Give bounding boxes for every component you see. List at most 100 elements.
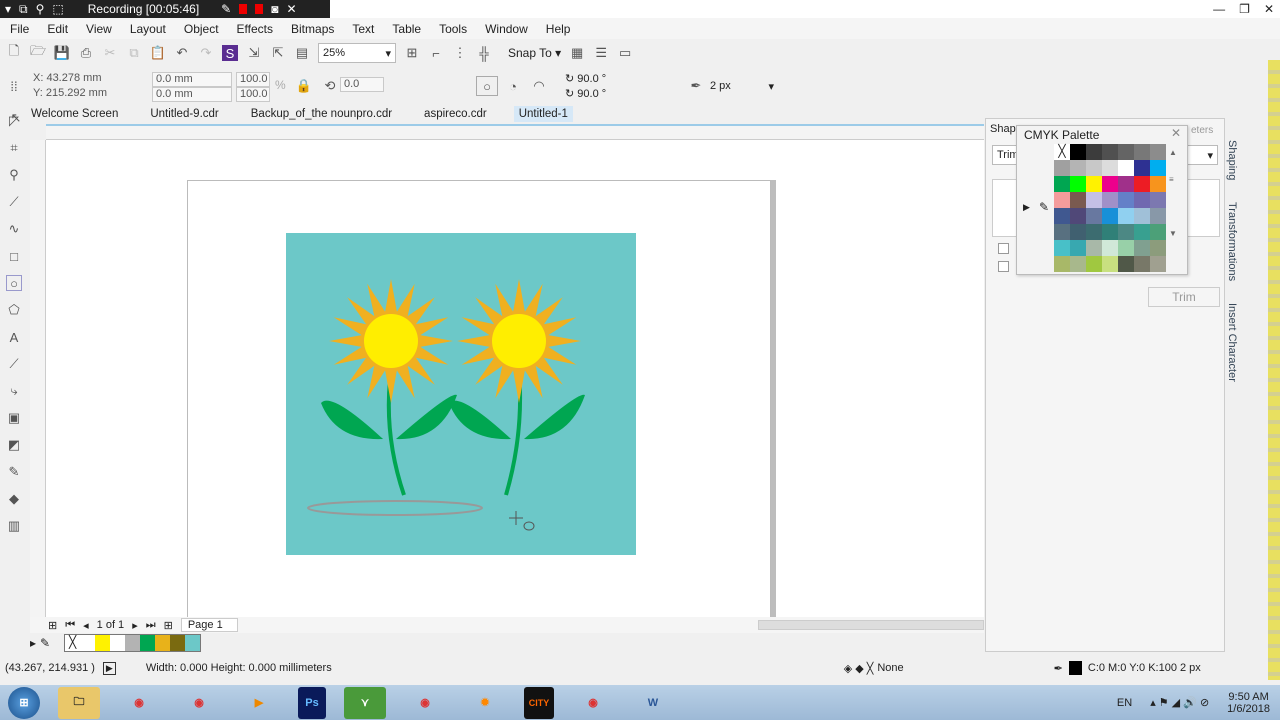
tab-backup-nounpro[interactable]: Backup_of_the nounpro.cdr (246, 106, 397, 122)
document-color-swatch[interactable] (185, 635, 201, 651)
close-icon[interactable]: ✕ (286, 2, 296, 16)
print-icon[interactable]: ⎙ (78, 45, 94, 61)
tab-untitled-9[interactable]: Untitled-9.cdr (145, 106, 223, 122)
color-swatch[interactable] (1134, 192, 1150, 208)
last-page-button[interactable]: ⏭ (146, 619, 156, 632)
color-swatch[interactable] (1134, 160, 1150, 176)
pen-icon[interactable]: ✎ (221, 2, 231, 16)
app-launcher-icon[interactable]: ☰ (593, 45, 609, 61)
palette-arrow-icon[interactable]: ▸ (30, 636, 36, 650)
color-swatch[interactable] (1102, 144, 1118, 160)
zoom-icon[interactable]: ⚲ (36, 2, 45, 16)
add-page-end-icon[interactable]: ⊞ (164, 619, 173, 632)
copy-icon[interactable]: ⧉ (19, 2, 28, 17)
chrome-icon[interactable]: ◉ (178, 687, 220, 719)
artwork-background[interactable] (286, 233, 636, 555)
export-icon[interactable]: ⇱ (270, 45, 286, 61)
menu-icon[interactable]: ▾ (5, 2, 11, 16)
color-swatch[interactable] (1070, 176, 1086, 192)
chrome-icon[interactable]: ◉ (404, 687, 446, 719)
camera-icon[interactable]: ◙ (271, 2, 278, 16)
ellipse-icon[interactable]: ○ (476, 76, 498, 96)
corel-connect-icon[interactable]: S (222, 45, 238, 61)
lock-ratio-icon[interactable]: 🔒 (296, 78, 312, 94)
menu-file[interactable]: File (10, 22, 29, 36)
close-button[interactable]: ✕ (1264, 2, 1274, 16)
restore-button[interactable]: ❐ (1239, 2, 1250, 16)
source-objects-checkbox[interactable] (998, 243, 1009, 254)
polygon-tool-icon[interactable]: ⬠ (6, 302, 22, 318)
document-color-swatch[interactable] (125, 635, 141, 651)
palette-scrollbar[interactable]: ▲ ≡ ▼ (1169, 148, 1179, 268)
end-angle-field[interactable]: ↻ 90.0 ° (565, 87, 606, 100)
guidelines-icon[interactable]: ╬ (476, 45, 492, 61)
new-icon[interactable]: 🗋 (6, 43, 22, 61)
outline-width-select[interactable]: 2 px ▾ (706, 76, 778, 96)
arc-icon[interactable]: ◠ (531, 78, 547, 94)
zoom-tool-icon[interactable]: ⚲ (6, 167, 22, 183)
grid-icon[interactable]: ⋮ (452, 45, 468, 61)
color-swatch[interactable] (1054, 224, 1070, 240)
horizontal-scrollbar[interactable] (758, 620, 984, 630)
trim-button[interactable]: Trim (1148, 287, 1220, 307)
menu-view[interactable]: View (86, 22, 112, 36)
prev-page-button[interactable]: ◂ (83, 619, 89, 632)
rectangle-tool-icon[interactable]: □ (6, 248, 22, 264)
fill-tool-icon[interactable]: ◆ (6, 491, 22, 507)
transparency-tool-icon[interactable]: ◩ (6, 437, 22, 453)
target-objects-checkbox[interactable] (998, 261, 1009, 272)
color-swatch[interactable] (1118, 224, 1134, 240)
color-swatch[interactable] (1102, 224, 1118, 240)
menu-layout[interactable]: Layout (130, 22, 166, 36)
height-field[interactable]: 0.0 mm (152, 87, 232, 102)
rotation-field[interactable]: 0.0 (340, 77, 384, 92)
zoom-select[interactable]: 25% ▾ (318, 43, 396, 63)
color-swatch[interactable] (1150, 208, 1166, 224)
color-swatch[interactable] (1134, 224, 1150, 240)
document-color-swatch[interactable] (95, 635, 111, 651)
color-swatch[interactable] (1134, 208, 1150, 224)
menu-help[interactable]: Help (546, 22, 571, 36)
color-swatch[interactable] (1118, 176, 1134, 192)
artistic-media-icon[interactable]: ∿ (6, 221, 22, 237)
color-swatch[interactable]: ╳ (1054, 144, 1070, 160)
start-button[interactable]: ⊞ (8, 686, 40, 719)
document-color-swatch[interactable] (80, 635, 96, 651)
sunflower-center[interactable] (364, 314, 418, 368)
expand-status-icon[interactable]: ▶ (102, 661, 116, 675)
menu-object[interactable]: Object (184, 22, 219, 36)
smart-fill-icon[interactable]: ▥ (6, 518, 22, 534)
city-racing-icon[interactable]: CITY (524, 686, 554, 719)
document-color-swatch[interactable] (140, 635, 156, 651)
pause-button[interactable] (239, 4, 248, 14)
first-page-button[interactable]: ⏮ (65, 619, 75, 632)
color-swatch[interactable] (1102, 160, 1118, 176)
color-swatch[interactable] (1086, 160, 1102, 176)
minimize-button[interactable]: — (1213, 2, 1225, 16)
snap-to-dropdown[interactable]: Snap To ▾ (508, 46, 561, 60)
chrome-icon[interactable]: ◉ (118, 687, 160, 719)
color-swatch[interactable] (1070, 240, 1086, 256)
color-swatch[interactable] (1054, 160, 1070, 176)
tab-welcome-screen[interactable]: Welcome Screen (26, 106, 123, 122)
import-icon[interactable]: ⇲ (246, 45, 262, 61)
width-field[interactable]: 0.0 mm (152, 72, 232, 87)
open-icon[interactable]: 🗁 (30, 43, 46, 61)
settings-app-icon[interactable]: ✹ (464, 687, 506, 719)
color-swatch[interactable] (1070, 160, 1086, 176)
color-swatch[interactable] (1070, 224, 1086, 240)
reference-point-icon[interactable]: ⁞⁞ (6, 78, 22, 94)
next-page-button[interactable]: ▸ (132, 619, 138, 632)
color-swatch[interactable] (1054, 240, 1070, 256)
color-swatch[interactable] (1070, 256, 1086, 272)
blend-tool-icon[interactable]: ▣ (6, 410, 22, 426)
stop-button[interactable] (255, 4, 264, 14)
color-palette-strip[interactable] (1268, 60, 1280, 680)
y-position-field[interactable]: Y: 215.292 mm (30, 87, 126, 102)
menu-table[interactable]: Table (392, 22, 421, 36)
drawing-canvas[interactable] (46, 140, 984, 625)
pie-icon[interactable]: ◔ (505, 78, 521, 94)
rulers-icon[interactable]: ⌐ (428, 45, 444, 61)
color-swatch[interactable] (1102, 176, 1118, 192)
eyedropper-icon[interactable]: ✎ (40, 636, 50, 650)
